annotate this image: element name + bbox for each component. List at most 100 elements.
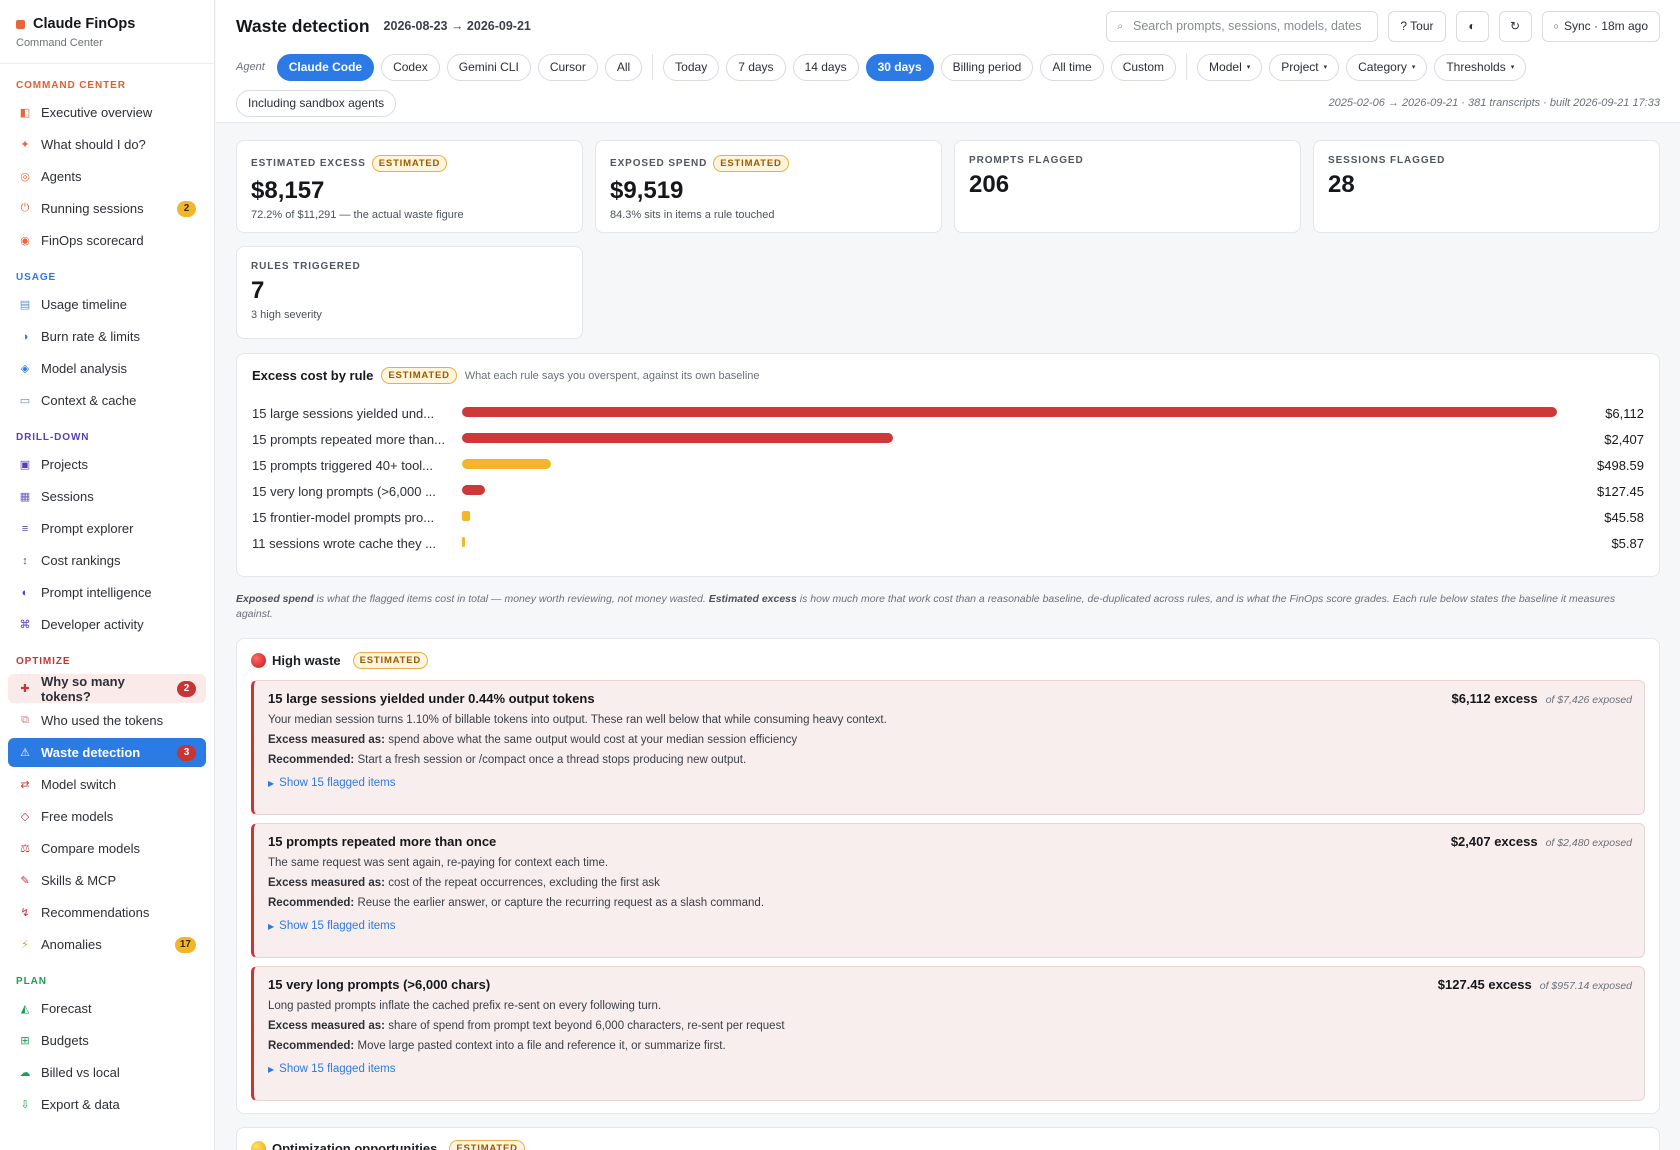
show-flagged-items-link[interactable]: ▶ Show 15 flagged items <box>268 920 396 932</box>
show-flagged-items-link[interactable]: ▶ Show 15 flagged items <box>268 1063 396 1075</box>
cloud-icon: ☁ <box>19 1067 31 1079</box>
theme-toggle-button[interactable]: ◐ <box>1455 10 1489 42</box>
rule-description: The same request was sent again, re-payi… <box>268 857 609 869</box>
sidebar-item-running-sessions[interactable]: ⏻ Running sessions 2 <box>8 194 206 223</box>
triangle-right-icon: ▶ <box>268 778 275 788</box>
dropdown-label: Category <box>1358 60 1407 74</box>
sidebar-item-prompt-explorer[interactable]: ≡ Prompt explorer <box>8 514 206 543</box>
period-chip-custom[interactable]: Custom <box>1110 53 1177 81</box>
dropdown-label: Thresholds <box>1446 60 1506 74</box>
agent-chip-claude-code[interactable]: Claude Code <box>276 53 375 81</box>
plus-icon: ✚ <box>20 683 30 695</box>
sidebar-item-recommendations[interactable]: ↯ Recommendations <box>8 898 206 927</box>
sidebar-item-who-used-the-tokens[interactable]: ⧉ Who used the tokens <box>8 706 206 735</box>
users-icon: ⧉ <box>21 714 29 726</box>
sidebar-item-waste-detection[interactable]: ⚠ Waste detection 3 <box>8 738 206 767</box>
budgets-icon: ⊞ <box>20 1035 30 1047</box>
sidebar-item-budgets[interactable]: ⊞ Budgets <box>8 1026 206 1055</box>
sidebar-item-burn-rate-limits[interactable]: ◑ Burn rate & limits <box>8 322 206 351</box>
high-waste-card: High waste ESTIMATED 15 large sessions y… <box>236 638 1660 1114</box>
period-chip-all-time[interactable]: All time <box>1040 53 1104 81</box>
count-badge: 2 <box>177 680 196 697</box>
rule-title: 15 large sessions yielded under 0.44% ou… <box>268 691 595 706</box>
rule-title: 15 very long prompts (>6,000 chars) <box>268 977 491 992</box>
sidebar-item-model-analysis[interactable]: ◈ Model analysis <box>8 354 206 383</box>
dropdown-label: Model <box>1209 60 1242 74</box>
sidebar-item-cost-rankings[interactable]: ↕ Cost rankings <box>8 546 206 575</box>
kpi-exposed-spend: EXPOSED SPEND ESTIMATED $9,519 84.3% sits i… <box>595 140 942 233</box>
thresholds-dropdown[interactable]: Thresholds ▾ <box>1434 53 1527 81</box>
project-dropdown[interactable]: Project ▾ <box>1269 53 1340 81</box>
sidebar-item-label: Prompt intelligence <box>41 585 152 600</box>
rule-exposed: of $957.14 exposed <box>1539 980 1632 992</box>
sidebar-item-usage-timeline[interactable]: ▤ Usage timeline <box>8 290 206 319</box>
tour-button[interactable]: ? Tour <box>1388 10 1446 42</box>
sidebar-item-what-should-i-do[interactable]: ✦ What should I do? <box>8 130 206 159</box>
sidebar-item-why-so-many-tokens[interactable]: ✚ Why so many tokens? 2 <box>8 674 206 704</box>
bar-track <box>462 458 1557 472</box>
sidebar-item-context-cache[interactable]: ▭ Context & cache <box>8 386 206 415</box>
sidebar-item-label: Compare models <box>41 841 140 856</box>
bar-row: 15 frontier-model prompts pro... $45.58 <box>252 504 1644 530</box>
yellow-circle-icon <box>251 1140 266 1150</box>
model-icon: ◈ <box>20 363 30 375</box>
bar-track <box>462 536 1557 550</box>
high-waste-estimated-badge: ESTIMATED <box>352 651 429 669</box>
sidebar-item-prompt-intelligence[interactable]: ◐ Prompt intelligence <box>8 578 206 607</box>
rule-exposed: of $7,426 exposed <box>1545 694 1632 706</box>
kpi-value: $8,157 <box>251 177 325 204</box>
bar-row: 15 prompts triggered 40+ tool... $498.59 <box>252 452 1644 478</box>
measured-text: cost of the repeat occurrences, excludin… <box>388 877 660 889</box>
sidebar-item-model-switch[interactable]: ⇄ Model switch <box>8 770 206 799</box>
sync-button[interactable]: ○ Sync · 18m ago <box>1541 10 1660 42</box>
refresh-button[interactable]: ↻ <box>1498 10 1532 42</box>
waste-rule: 15 prompts repeated more than once $2,407… <box>251 823 1645 958</box>
period-chip-30-days[interactable]: 30 days <box>865 53 934 81</box>
brand-logo-icon <box>16 19 25 29</box>
kpi-sessions-flagged: SESSIONS FLAGGED 28 <box>1313 140 1660 233</box>
sidebar-item-export-data[interactable]: ⇩ Export & data <box>8 1090 206 1119</box>
agent-label: Agent <box>236 61 265 73</box>
sidebar-item-finops-scorecard[interactable]: ◉ FinOps scorecard <box>8 226 206 255</box>
category-dropdown[interactable]: Category ▾ <box>1346 53 1428 81</box>
estimated-badge: ESTIMATED <box>713 155 789 172</box>
note-excess-term: Estimated excess <box>708 593 797 605</box>
period-chip-7-days[interactable]: 7 days <box>726 53 786 81</box>
sidebar-item-anomalies[interactable]: ⚡ Anomalies 17 <box>8 930 206 959</box>
show-flagged-items-link[interactable]: ▶ Show 15 flagged items <box>268 777 396 789</box>
search-input[interactable]: ⌕ Search prompts, sessions, models, date… <box>1106 10 1379 42</box>
switch-icon: ⇄ <box>20 779 30 791</box>
sidebar-item-projects[interactable]: ▣ Projects <box>8 450 206 479</box>
sidebar-item-skills-mcp[interactable]: ✎ Skills & MCP <box>8 866 206 895</box>
sidebar-item-free-models[interactable]: ◇ Free models <box>8 802 206 831</box>
sandbox-toggle[interactable]: Including sandbox agents <box>236 89 397 117</box>
nav-section-title: DRILL-DOWN <box>16 432 90 443</box>
sidebar-item-billed-vs-local[interactable]: ☁ Billed vs local <box>8 1058 206 1087</box>
sidebar-item-forecast[interactable]: ◭ Forecast <box>8 994 206 1023</box>
sidebar-item-label: Free models <box>41 809 114 824</box>
kpi-value: 28 <box>1328 171 1355 198</box>
period-chip-today[interactable]: Today <box>663 53 720 81</box>
kpi-prompts-flagged: PROMPTS FLAGGED 206 <box>954 140 1301 233</box>
agent-chip-gemini-cli[interactable]: Gemini CLI <box>446 53 531 81</box>
count-badge: 17 <box>174 936 196 953</box>
period-chip-14-days[interactable]: 14 days <box>792 53 859 81</box>
period-chip-billing-period[interactable]: Billing period <box>940 53 1034 81</box>
agent-chip-all[interactable]: All <box>604 53 643 81</box>
sidebar-item-compare-models[interactable]: ⚖ Compare models <box>8 834 206 863</box>
model-dropdown[interactable]: Model ▾ <box>1197 53 1263 81</box>
agent-chip-codex[interactable]: Codex <box>381 53 440 81</box>
sidebar-item-label: Recommendations <box>41 905 150 920</box>
sidebar-item-sessions[interactable]: ▦ Sessions <box>8 482 206 511</box>
agent-chip-cursor[interactable]: Cursor <box>537 53 598 81</box>
red-circle-icon <box>251 652 266 668</box>
nav-section-title: OPTIMIZE <box>16 656 71 667</box>
kpi-grid: ESTIMATED EXCESS ESTIMATED $8,157 72.2% of … <box>236 140 1660 339</box>
sidebar-item-executive-overview[interactable]: ◧ Executive overview <box>8 98 206 127</box>
rule-list: 15 large sessions yielded under 0.44% ou… <box>251 680 1645 1101</box>
filter-bar: Agent Claude Code Codex Gemini CLI Cursor Al… <box>236 52 1660 82</box>
sidebar-item-agents[interactable]: ◎ Agents <box>8 162 206 191</box>
rankings-icon: ↕ <box>22 554 28 567</box>
sidebar-item-developer-activity[interactable]: ⌘ Developer activity <box>8 610 206 639</box>
bar-track <box>462 406 1557 420</box>
